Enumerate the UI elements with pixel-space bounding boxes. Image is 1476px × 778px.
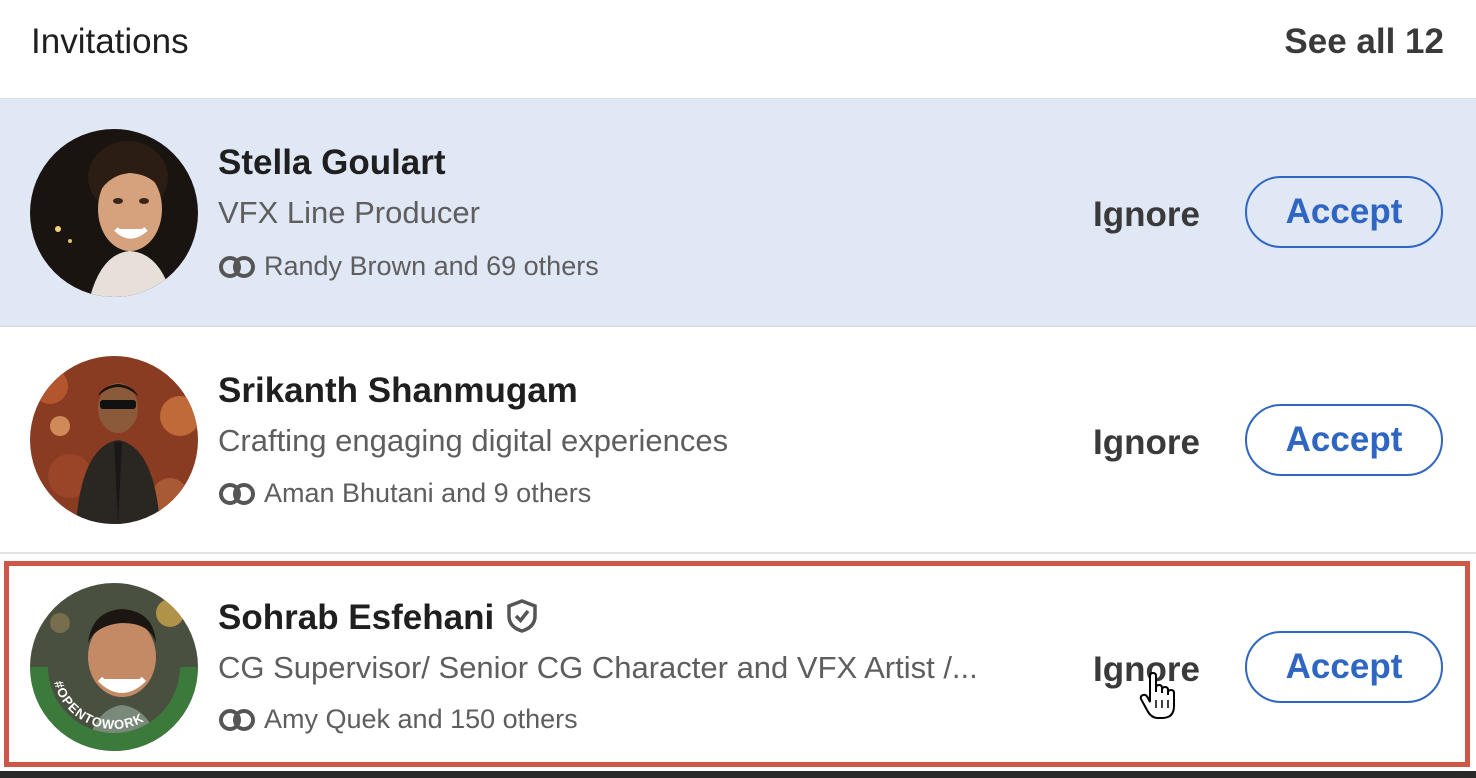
invitee-name[interactable]: Stella Goulart: [218, 143, 446, 183]
section-title: Invitations: [31, 22, 189, 61]
mutual-connections-icon: [218, 482, 256, 513]
avatar[interactable]: [30, 129, 198, 297]
ignore-button[interactable]: Ignore: [1093, 423, 1200, 463]
hand-pointer-cursor-icon: [1138, 671, 1178, 725]
mutual-connections[interactable]: Amy Quek and 150 others: [218, 704, 578, 739]
invitation-row: Stella Goulart VFX Line Producer Randy B…: [0, 99, 1476, 327]
invitee-name[interactable]: Sohrab Esfehani: [218, 598, 538, 642]
avatar[interactable]: [30, 356, 198, 524]
invitee-headline: CG Supervisor/ Senior CG Character and V…: [218, 650, 978, 685]
invitation-row: Srikanth Shanmugam Crafting engaging dig…: [0, 327, 1476, 554]
mutual-connections[interactable]: Aman Bhutani and 9 others: [218, 478, 591, 513]
accept-button[interactable]: Accept: [1245, 176, 1443, 248]
mutual-connections-icon: [218, 708, 256, 739]
invitee-headline: Crafting engaging digital experiences: [218, 423, 729, 458]
mutual-connections-text: Randy Brown and 69 others: [264, 251, 599, 281]
ignore-button[interactable]: Ignore: [1093, 195, 1200, 235]
accept-button[interactable]: Accept: [1245, 404, 1443, 476]
avatar[interactable]: #OPENTOWORK: [30, 583, 198, 751]
mutual-connections-icon: [218, 255, 256, 286]
mutual-connections-text: Amy Quek and 150 others: [264, 704, 578, 734]
window-bottom-edge: [0, 771, 1476, 778]
verified-shield-icon: [506, 599, 538, 642]
accept-button[interactable]: Accept: [1245, 631, 1443, 703]
mutual-connections-text: Aman Bhutani and 9 others: [264, 478, 592, 508]
invitee-name[interactable]: Srikanth Shanmugam: [218, 371, 578, 411]
invitee-name-text: Sohrab Esfehani: [218, 598, 495, 637]
mutual-connections[interactable]: Randy Brown and 69 others: [218, 251, 599, 286]
see-all-link[interactable]: See all 12: [1284, 22, 1444, 62]
invitations-header: Invitations See all 12: [0, 0, 1476, 99]
invitation-row: #OPENTOWORK Sohrab Esfehani CG Superviso…: [0, 555, 1476, 778]
invitee-headline: VFX Line Producer: [218, 195, 480, 230]
